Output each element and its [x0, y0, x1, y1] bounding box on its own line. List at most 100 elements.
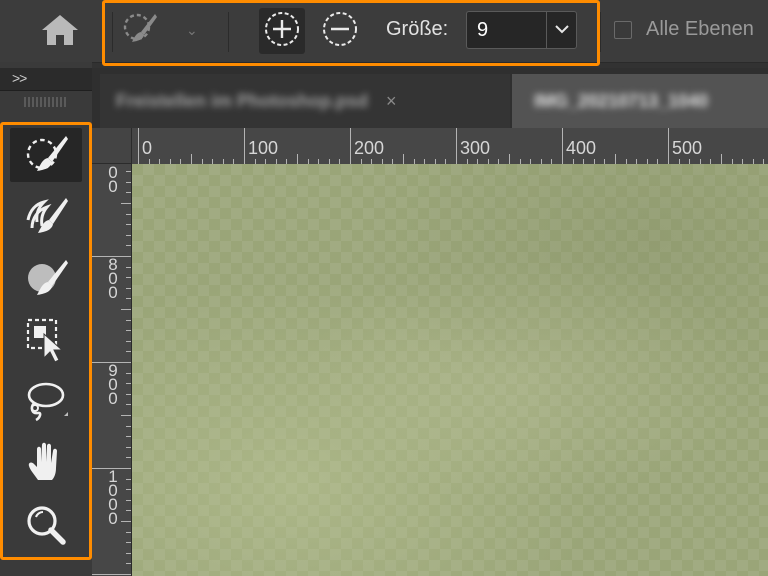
- ruler-tick: [126, 224, 131, 225]
- ruler-tick: [126, 457, 131, 458]
- add-to-selection-icon: [263, 10, 301, 53]
- ruler-tick: [126, 277, 131, 278]
- subtract-from-selection-icon: [321, 10, 359, 53]
- ruler-tick: [126, 447, 131, 448]
- ruler-tick: [126, 404, 131, 405]
- ruler-tick: [126, 373, 131, 374]
- ruler-tick: [126, 235, 131, 236]
- ruler-label: 300: [460, 138, 491, 158]
- chevron-down-icon: ⌄: [186, 21, 198, 38]
- ruler-tick: [126, 383, 131, 384]
- mask-brush-icon: [22, 254, 70, 305]
- all-layers-checkbox[interactable]: [614, 20, 632, 39]
- ruler-label: 100: [248, 138, 279, 158]
- ruler-tick: [126, 553, 131, 554]
- zoom-icon: [22, 502, 70, 553]
- subtract-from-selection-button[interactable]: [317, 8, 363, 54]
- ruler-label: 400: [566, 138, 597, 158]
- ruler-tick: [721, 154, 722, 164]
- ruler-tick: [121, 309, 131, 310]
- ruler-tick: [297, 154, 298, 164]
- all-layers-option[interactable]: Alle Ebenen: [614, 18, 754, 41]
- ruler-tick: [668, 128, 669, 164]
- add-to-selection-button[interactable]: [259, 8, 305, 54]
- all-layers-label: Alle Ebenen: [646, 18, 754, 40]
- lasso-tool[interactable]: [10, 376, 82, 430]
- tool-preset-picker[interactable]: ⌄: [120, 10, 220, 50]
- ruler-label: 0: [142, 138, 153, 158]
- options-bar: ⌄ Größe: 9 Alle Ebenen: [0, 0, 768, 63]
- tab-title: IMG_20210713_1040: [534, 90, 709, 111]
- document-canvas[interactable]: [132, 164, 768, 576]
- ruler-tick: [350, 128, 351, 164]
- ruler-tick: [126, 510, 131, 511]
- ruler-tick: [121, 521, 131, 522]
- lasso-icon: [22, 378, 70, 429]
- quick-selection-tool[interactable]: [10, 128, 82, 182]
- ruler-label: 900: [108, 361, 118, 408]
- close-tab-button[interactable]: ×: [386, 91, 397, 112]
- ruler-tick: [403, 154, 404, 164]
- chevron-down-icon: [554, 21, 570, 39]
- panel-grip[interactable]: [24, 97, 68, 107]
- ruler-tick: [126, 394, 131, 395]
- ruler-label: 00: [108, 164, 118, 196]
- document-tabs: Freistellen im Photoshop.psd × IMG_20210…: [92, 68, 768, 128]
- ruler-origin[interactable]: [92, 128, 132, 164]
- object-selection-tool[interactable]: [10, 314, 82, 368]
- quick-selection-brush-icon: [22, 130, 70, 181]
- ruler-tick: [121, 415, 131, 416]
- size-label: Größe:: [386, 18, 449, 40]
- ruler-tick: [126, 192, 131, 193]
- select-and-mask-workspace: ⌄ Größe: 9 Alle Ebenen >> Freistellen im…: [0, 0, 768, 576]
- ruler-tick: [126, 563, 131, 564]
- ruler-tick: [562, 128, 563, 164]
- ruler-tick: [244, 128, 245, 164]
- hand-icon: [22, 440, 70, 491]
- zoom-tool[interactable]: [10, 500, 82, 554]
- brush-tool[interactable]: [10, 252, 82, 306]
- ruler-label: 800: [108, 255, 118, 302]
- panel-collapse-bar[interactable]: >>: [0, 68, 92, 91]
- ruler-tick: [138, 128, 139, 164]
- size-dropdown-button[interactable]: [546, 11, 577, 49]
- home-button[interactable]: [24, 10, 96, 54]
- vertical-ruler[interactable]: 0080090010001: [92, 164, 132, 576]
- ruler-tick: [126, 298, 131, 299]
- ruler-tick: [509, 154, 510, 164]
- ruler-label: 200: [354, 138, 385, 158]
- ruler-tick: [126, 426, 131, 427]
- ruler-tick: [126, 436, 131, 437]
- ruler-tick: [126, 171, 131, 172]
- document-tab[interactable]: Freistellen im Photoshop.psd ×: [100, 74, 510, 128]
- ruler-tick: [126, 532, 131, 533]
- ruler-tick: [126, 182, 131, 183]
- size-input[interactable]: 9: [466, 11, 546, 49]
- horizontal-ruler[interactable]: 0 100 200 300 400 500: [132, 128, 768, 165]
- ruler-tick: [126, 214, 131, 215]
- object-selection-icon: [22, 316, 70, 367]
- ruler-tick: [456, 128, 457, 164]
- ruler-tick: [121, 203, 131, 204]
- ruler-tick: [615, 154, 616, 164]
- home-icon: [40, 13, 80, 52]
- document-tab-active[interactable]: IMG_20210713_1040: [512, 74, 768, 128]
- quick-selection-brush-icon: [120, 8, 160, 53]
- ruler-tick: [126, 479, 131, 480]
- ruler-tick: [126, 542, 131, 543]
- ruler-tick: [126, 500, 131, 501]
- ruler-tick: [126, 330, 131, 331]
- ruler-tick: [126, 245, 131, 246]
- ruler-tick: [126, 489, 131, 490]
- expand-panel-icon[interactable]: >>: [12, 70, 27, 86]
- ruler-tick: [126, 341, 131, 342]
- ruler-tick: [126, 288, 131, 289]
- refine-edge-brush-tool[interactable]: [10, 190, 82, 244]
- separator: [600, 12, 601, 52]
- separator: [112, 12, 113, 52]
- ruler-tick: [126, 351, 131, 352]
- hand-tool[interactable]: [10, 438, 82, 492]
- separator: [228, 12, 229, 52]
- refine-edge-brush-icon: [22, 192, 70, 243]
- ruler-tick: [126, 267, 131, 268]
